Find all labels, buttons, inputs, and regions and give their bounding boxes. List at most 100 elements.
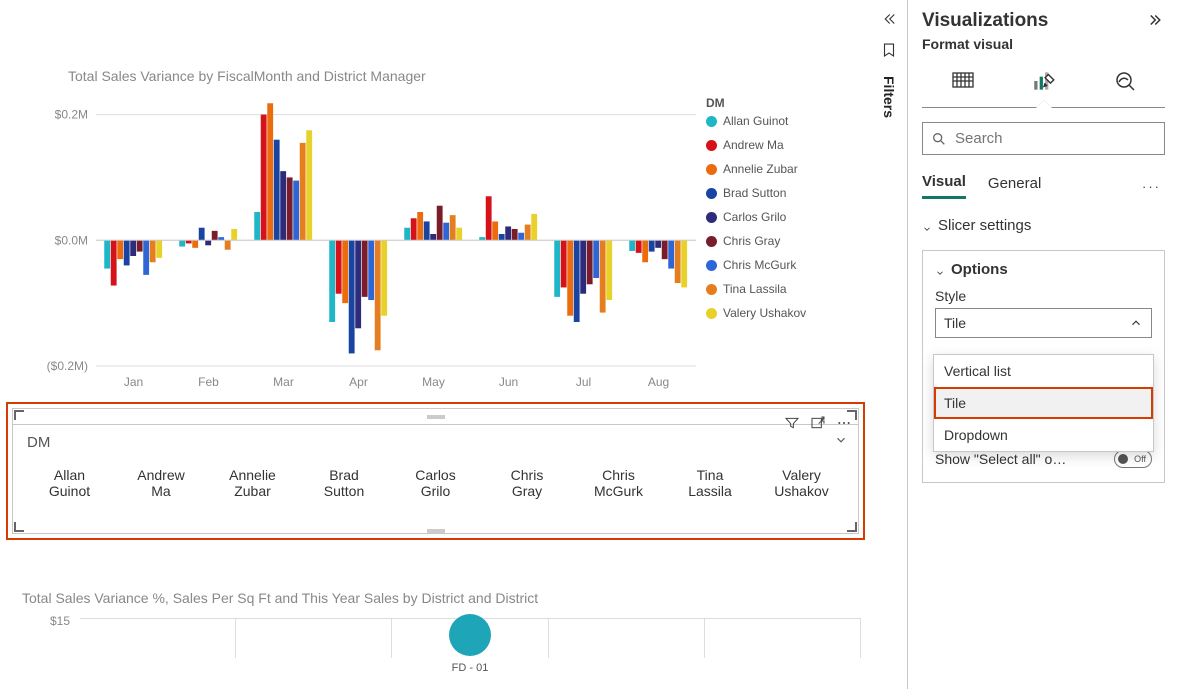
bar[interactable] — [205, 240, 211, 245]
bar[interactable] — [306, 130, 312, 240]
bar[interactable] — [561, 240, 567, 287]
style-dropdown[interactable]: Tile — [935, 308, 1152, 338]
slicer-settings-section[interactable]: Slicer settings — [922, 217, 1165, 234]
bar[interactable] — [336, 240, 342, 293]
slicer-tile[interactable]: BradSutton — [309, 467, 379, 499]
legend-item[interactable]: Allan Guinot — [706, 114, 806, 128]
bar[interactable] — [362, 240, 368, 297]
bar[interactable] — [662, 240, 668, 259]
legend-item[interactable]: Annelie Zubar — [706, 162, 806, 176]
bar[interactable] — [417, 212, 423, 240]
bar[interactable] — [554, 240, 560, 297]
bar[interactable] — [231, 229, 237, 240]
bar[interactable] — [430, 234, 436, 240]
bar[interactable] — [492, 221, 498, 240]
bar[interactable] — [150, 240, 156, 262]
bar[interactable] — [642, 240, 648, 262]
bar[interactable] — [130, 240, 136, 256]
bar[interactable] — [293, 181, 299, 241]
bar[interactable] — [156, 240, 162, 258]
legend-item[interactable]: Chris McGurk — [706, 258, 806, 272]
bar[interactable] — [225, 240, 231, 249]
bar[interactable] — [675, 240, 681, 283]
bar[interactable] — [518, 233, 524, 241]
slicer-tile[interactable]: ChrisMcGurk — [584, 467, 654, 499]
slicer-tile[interactable]: CarlosGrilo — [401, 467, 471, 499]
bar[interactable] — [368, 240, 374, 300]
bar[interactable] — [668, 240, 674, 268]
legend-item[interactable]: Andrew Ma — [706, 138, 806, 152]
bar[interactable] — [486, 196, 492, 240]
bar[interactable] — [199, 228, 205, 241]
bar[interactable] — [580, 240, 586, 293]
bar[interactable] — [636, 240, 642, 253]
slicer-tile[interactable]: AllanGuinot — [35, 467, 105, 499]
slicer-tile[interactable]: ValeryUshakov — [767, 467, 837, 499]
bar[interactable] — [104, 240, 110, 268]
bar[interactable] — [567, 240, 573, 315]
bar[interactable] — [137, 240, 143, 251]
legend-item[interactable]: Carlos Grilo — [706, 210, 806, 224]
bar[interactable] — [280, 171, 286, 240]
search-input[interactable] — [953, 129, 1156, 148]
bar[interactable] — [124, 240, 130, 265]
bar-chart[interactable]: $0.2M$0.0M($0.2M)JanFebMarAprMayJunJulAu… — [40, 92, 700, 392]
legend-item[interactable]: Chris Gray — [706, 234, 806, 248]
bar[interactable] — [342, 240, 348, 303]
bar[interactable] — [450, 215, 456, 240]
bar[interactable] — [261, 115, 267, 241]
bar[interactable] — [629, 240, 635, 251]
bar[interactable] — [274, 140, 280, 241]
bar[interactable] — [512, 229, 518, 240]
bar[interactable] — [212, 231, 218, 240]
drag-handle-top[interactable] — [13, 409, 858, 425]
bar[interactable] — [525, 225, 531, 241]
select-all-toggle[interactable]: Off — [1114, 450, 1152, 468]
collapse-icon[interactable] — [880, 10, 898, 31]
tab-visual[interactable]: Visual — [922, 173, 966, 199]
bar[interactable] — [287, 177, 293, 240]
bar[interactable] — [437, 206, 443, 241]
legend-item[interactable]: Valery Ushakov — [706, 306, 806, 320]
bar[interactable] — [655, 240, 661, 248]
bar[interactable] — [505, 226, 511, 240]
options-section[interactable]: Options — [935, 261, 1152, 278]
search-input-wrapper[interactable] — [922, 122, 1165, 155]
style-option[interactable]: Dropdown — [934, 419, 1153, 451]
filter-icon[interactable] — [784, 415, 800, 434]
analytics-tab-icon[interactable] — [1110, 66, 1140, 96]
scatter-visual[interactable]: Total Sales Variance %, Sales Per Sq Ft … — [0, 590, 871, 658]
build-visual-tab-icon[interactable] — [948, 66, 978, 96]
bar[interactable] — [499, 234, 505, 240]
bar[interactable] — [649, 240, 655, 251]
bar[interactable] — [411, 218, 417, 240]
bar[interactable] — [329, 240, 335, 322]
focus-mode-icon[interactable] — [810, 415, 826, 434]
bar[interactable] — [404, 228, 410, 241]
more-options-icon[interactable] — [836, 415, 852, 434]
tab-general[interactable]: General — [988, 175, 1041, 198]
slicer-tile[interactable]: TinaLassila — [675, 467, 745, 499]
chart-visual[interactable]: Total Sales Variance by FiscalMonth and … — [0, 0, 871, 392]
bar[interactable] — [300, 143, 306, 240]
slicer-tile[interactable]: AndrewMa — [126, 467, 196, 499]
bar[interactable] — [456, 228, 462, 241]
bar[interactable] — [593, 240, 599, 278]
bar[interactable] — [267, 103, 273, 240]
bar[interactable] — [681, 240, 687, 287]
legend-item[interactable]: Tina Lassila — [706, 282, 806, 296]
bar[interactable] — [587, 240, 593, 284]
data-point-bubble[interactable] — [449, 614, 491, 656]
legend-item[interactable]: Brad Sutton — [706, 186, 806, 200]
format-visual-tab-icon[interactable] — [1029, 66, 1059, 96]
bar[interactable] — [375, 240, 381, 350]
bookmark-icon[interactable] — [880, 41, 898, 62]
tabs-more-icon[interactable]: ··· — [1142, 179, 1165, 194]
drag-handle-bottom[interactable] — [427, 529, 445, 533]
bar[interactable] — [424, 221, 430, 240]
bar[interactable] — [117, 240, 123, 259]
bar[interactable] — [381, 240, 387, 315]
slicer-visual[interactable]: DM AllanGuinotAndrewMaAnnelieZubarBradSu… — [12, 408, 859, 534]
style-option[interactable]: Tile — [934, 387, 1153, 419]
bar[interactable] — [574, 240, 580, 322]
